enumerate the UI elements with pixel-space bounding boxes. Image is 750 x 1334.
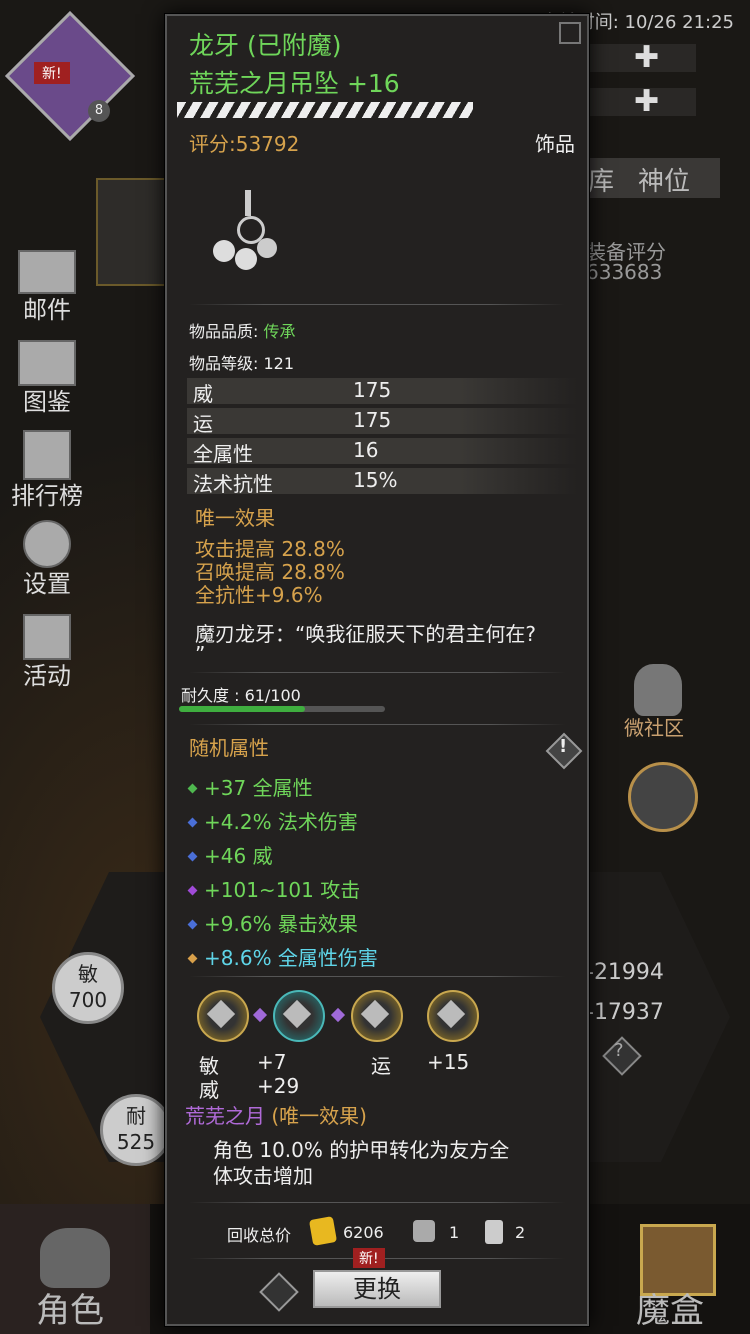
socket-gem-1[interactable] <box>197 990 249 1042</box>
item-name-line: 龙牙 (已附魔) <box>189 31 342 60</box>
random-attr: +37 全属性 <box>187 772 313 801</box>
socket-bonus-key: 威 <box>199 1078 219 1102</box>
stat-row: 全属性 16 <box>187 438 577 466</box>
plus-icon[interactable]: ✚ <box>634 84 659 119</box>
side-item-mail[interactable]: 邮件 <box>8 250 86 329</box>
random-attr: +46 威 <box>187 840 273 869</box>
player-avatar[interactable] <box>4 10 136 142</box>
recycle-label: 回收总价 <box>227 1226 292 1245</box>
level-badge: 8 <box>88 100 110 122</box>
stat-row: 法术抗性 15% <box>187 468 577 496</box>
tab-storage[interactable]: 库 <box>586 158 636 198</box>
item-star-bar <box>177 102 473 118</box>
recycle-material-2: 2 <box>515 1223 526 1242</box>
item-quote-end: ” <box>195 642 206 666</box>
mail-icon <box>18 250 76 294</box>
right-value-2: -17937 <box>586 1000 664 1025</box>
recycle-material-1: 1 <box>449 1223 460 1242</box>
durability-fill <box>179 706 305 712</box>
socket-gem-2[interactable] <box>273 990 325 1042</box>
material-icon-1 <box>413 1220 435 1242</box>
helmet-icon <box>634 664 682 716</box>
right-value-1: -21994 <box>586 960 664 985</box>
socket-bonus-key: 运 <box>371 1054 391 1078</box>
event-icon <box>23 614 71 660</box>
unique-effect-title: 唯一效果 <box>195 506 275 530</box>
gold-icon <box>308 1216 338 1246</box>
recycle-gold: 6206 <box>343 1223 384 1242</box>
random-attr: +101~101 攻击 <box>187 874 360 903</box>
banner-decoration <box>96 178 168 286</box>
separator <box>189 672 565 673</box>
emblem-button[interactable] <box>628 762 698 832</box>
gem-icon <box>187 919 198 930</box>
socket-link-icon <box>330 1007 346 1023</box>
durability-label: 耐久度 : 61/100 <box>181 686 301 705</box>
socket-bonus-value: +15 <box>427 1050 470 1074</box>
equip-score-value: 633683 <box>586 260 663 284</box>
unique-effect: 全抗性+9.6% <box>195 583 323 607</box>
side-item-events[interactable]: 活动 <box>8 614 86 695</box>
gear-icon <box>23 520 71 568</box>
side-item-codex[interactable]: 图鉴 <box>8 340 86 421</box>
item-level: 物品等级: 121 <box>189 354 295 373</box>
random-attr: +9.6% 暴击效果 <box>187 908 358 937</box>
item-tooltip: 龙牙 (已附魔) 荒芜之月吊坠 +16 评分:53792 饰品 物品品质: 传承… <box>165 14 589 1326</box>
set-description: 体攻击增加 <box>213 1164 313 1188</box>
lock-icon[interactable] <box>559 22 581 44</box>
ranking-icon <box>23 430 71 480</box>
item-category: 饰品 <box>535 132 575 156</box>
gem-icon <box>187 851 198 862</box>
stat-row: 运 175 <box>187 408 577 436</box>
stat-stamina: 耐 525 <box>100 1094 172 1166</box>
new-badge: 新! <box>34 62 70 84</box>
set-description: 角色 10.0% 的护甲转化为友方全 <box>213 1138 510 1162</box>
community-button[interactable]: 微社区 <box>620 660 700 740</box>
separator <box>189 304 565 305</box>
separator <box>189 1202 565 1203</box>
socket-bonus-value: +7 <box>257 1050 287 1074</box>
tab-shrine[interactable]: 神位 <box>630 158 720 198</box>
side-item-settings[interactable]: 设置 <box>8 520 86 603</box>
separator <box>189 976 565 977</box>
socket-link-icon <box>252 1007 268 1023</box>
swap-button[interactable]: 更换 <box>313 1270 441 1308</box>
gem-icon <box>187 817 198 828</box>
side-item-ranking[interactable]: 排行榜 <box>8 430 86 515</box>
item-score: 评分:53792 <box>189 132 300 156</box>
gem-icon <box>187 953 198 964</box>
socket-gem-4[interactable] <box>427 990 479 1042</box>
nav-magic-box[interactable]: 魔盒 <box>600 1204 750 1334</box>
random-attr: +8.6% 全属性伤害 <box>187 942 378 971</box>
helmet-icon <box>40 1228 110 1288</box>
unique-effect: 召唤提高 28.8% <box>195 560 345 584</box>
plus-icon[interactable]: ✚ <box>634 40 659 75</box>
item-quote: 魔刃龙牙：“唤我征服天下的君主何在? <box>195 622 536 646</box>
pendant-icon <box>207 186 287 276</box>
gem-icon <box>187 783 198 794</box>
item-quality: 物品品质: 传承 <box>189 322 296 341</box>
stat-row: 威 175 <box>187 378 577 406</box>
set-title: 荒芜之月 (唯一效果) <box>185 1104 367 1128</box>
durability-bar <box>179 706 385 712</box>
nav-character[interactable]: 角色 <box>0 1204 150 1334</box>
unique-effect: 攻击提高 28.8% <box>195 537 345 561</box>
material-icon-2 <box>485 1220 503 1244</box>
random-attr-title: 随机属性 <box>189 736 269 760</box>
item-full-name: 荒芜之月吊坠 +16 <box>189 69 400 98</box>
stat-agility: 敏 700 <box>52 952 124 1024</box>
socket-bonus-value: +29 <box>257 1074 300 1098</box>
gem-icon <box>187 885 198 896</box>
separator <box>189 724 565 725</box>
random-attr: +4.2% 法术伤害 <box>187 806 358 835</box>
book-icon <box>18 340 76 386</box>
new-tag: 新! <box>353 1248 385 1268</box>
socket-gem-3[interactable] <box>351 990 403 1042</box>
share-icon[interactable] <box>259 1272 299 1312</box>
